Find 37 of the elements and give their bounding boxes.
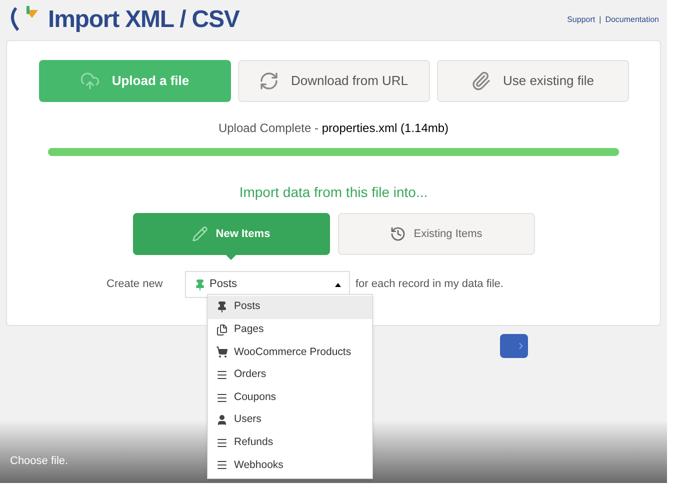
next-button[interactable] (500, 334, 528, 358)
dropdown-option[interactable]: WooCommerce Products (208, 341, 372, 364)
pin-icon (216, 301, 228, 314)
history-icon (390, 226, 406, 242)
pencil-icon (192, 226, 208, 242)
upload-status: Upload Complete - properties.xml (1.14mb) (218, 120, 449, 137)
dropdown-option[interactable]: Coupons (208, 386, 372, 409)
support-link[interactable]: Support (567, 14, 596, 26)
dropdown-option[interactable]: Users (208, 408, 372, 432)
paperclip-icon (470, 71, 491, 91)
cart-icon (216, 346, 228, 358)
page-title: Import XML / CSV (48, 5, 240, 35)
dropdown-option[interactable]: Pages (208, 318, 372, 342)
source-tab[interactable]: Download from URL (238, 60, 430, 102)
list-icon (216, 459, 228, 472)
list-icon (216, 369, 228, 382)
user-icon (216, 414, 228, 426)
dropdown-option[interactable]: Orders (208, 364, 372, 386)
dropdown-option[interactable]: Refunds (208, 432, 372, 454)
list-icon (216, 436, 228, 449)
dropdown-option[interactable]: Posts (208, 296, 372, 319)
logo-icon (8, 6, 40, 34)
import-heading: Import data from this file into... (239, 183, 428, 202)
list-icon (216, 392, 228, 404)
tab-pointer (225, 254, 237, 260)
cloud-upload-icon (80, 71, 100, 91)
dropdown-option[interactable]: Webhooks (208, 454, 372, 477)
documentation-link[interactable]: Documentation (605, 14, 659, 26)
pages-icon (216, 324, 228, 336)
create-new-suffix: for each record in my data file. (356, 277, 504, 292)
target-tab[interactable]: Existing Items (338, 213, 534, 255)
refresh-icon (258, 71, 279, 91)
create-new-label: Create new (106, 277, 164, 292)
pin-icon (194, 278, 206, 290)
link-separator: | (599, 14, 602, 26)
source-tab[interactable]: Use existing file (436, 60, 628, 102)
caption-text: Choose file. (10, 454, 68, 468)
